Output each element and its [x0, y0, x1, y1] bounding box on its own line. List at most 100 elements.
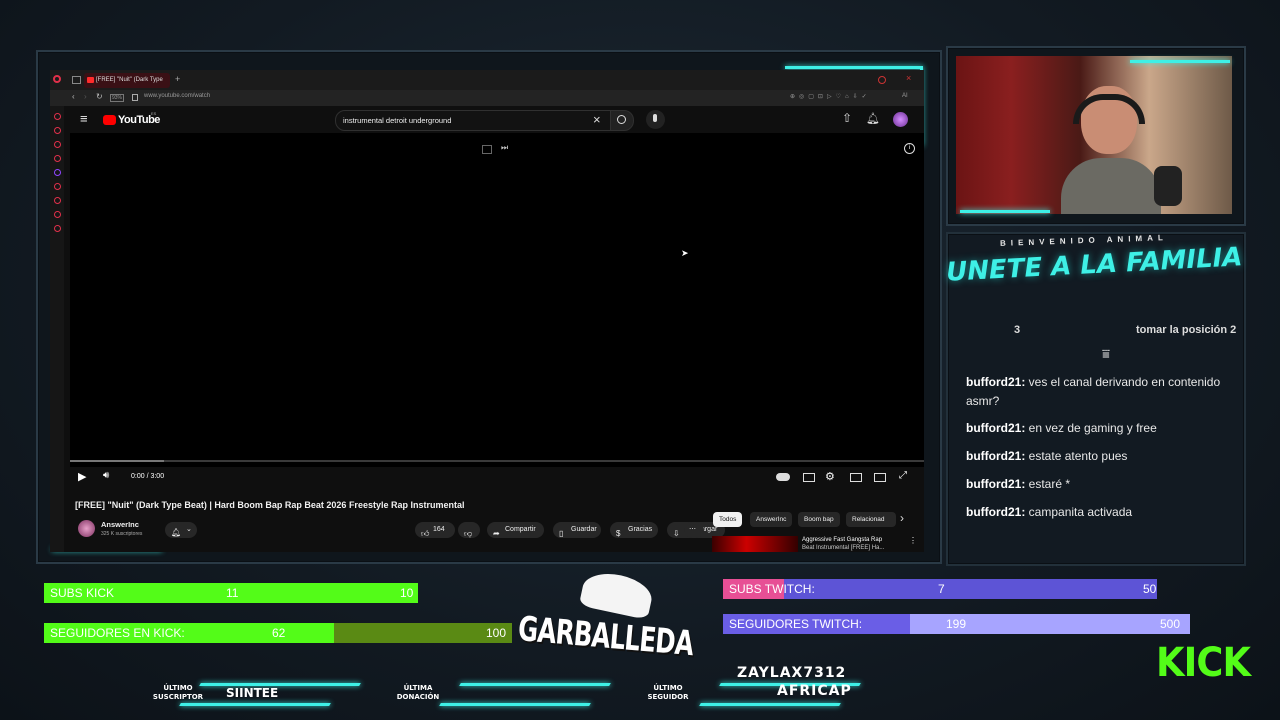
progress-bar[interactable] — [70, 460, 924, 462]
channel-row: AnswerInc 325 K suscriptores 🔔︎ ⌄ 👍︎ 164… — [75, 518, 725, 542]
extensions-icons[interactable]: ⊕◎▢⊡▷♡⌂⇩✓ — [790, 93, 871, 100]
webcam-feed — [956, 56, 1232, 214]
sidebar-icon-5[interactable] — [53, 169, 61, 176]
recommended-menu-icon[interactable]: ⋮ — [909, 536, 917, 545]
chat-username[interactable]: bufford21: — [966, 477, 1025, 491]
miniplayer-button-icon[interactable] — [850, 473, 862, 482]
search-input[interactable]: instrumental detroit underground × — [335, 110, 612, 131]
chat-username[interactable]: bufford21: — [966, 449, 1025, 463]
theater-mode-icon[interactable] — [874, 473, 886, 482]
chat-message: bufford21: campanita activada — [966, 503, 1236, 522]
like-button[interactable]: 👍︎ 164 — [415, 522, 455, 538]
mouse-cursor-icon: ➤ — [681, 248, 689, 258]
tabs-icon[interactable] — [72, 76, 81, 84]
sidebar-icon-1[interactable] — [53, 113, 61, 120]
lock-icon — [132, 94, 138, 101]
last-follower-value-1: ZAYLAX7312 — [737, 665, 847, 681]
info-icon[interactable]: i — [904, 143, 915, 154]
time-display: 0:00 / 3:00 — [131, 473, 165, 480]
recommended-video[interactable]: Aggressive Fast Gangsta Rap Beat Instrum… — [712, 536, 922, 552]
back-icon[interactable]: ‹ — [72, 92, 75, 101]
chip-relacionados[interactable]: Relacionad — [846, 512, 896, 527]
new-tab-button[interactable]: + — [175, 74, 180, 84]
subscribed-bell-button[interactable]: 🔔︎ ⌄ — [165, 522, 197, 538]
chip-answerinc[interactable]: AnswerInc — [750, 512, 793, 527]
subscriber-count: 325 K suscriptores — [101, 531, 143, 537]
browser-sidebar — [50, 106, 64, 552]
chat-username[interactable]: bufford21: — [966, 421, 1025, 435]
reload-icon[interactable]: ↻ — [96, 92, 103, 101]
search-button[interactable] — [610, 110, 634, 131]
more-actions-button[interactable]: ⋯ — [684, 522, 704, 538]
voice-search-button[interactable] — [646, 110, 665, 129]
bell-icon: 🔔︎ — [171, 528, 182, 537]
followers-kick-value: 62 — [272, 626, 286, 640]
volume-icon[interactable]: 🔊︎ — [103, 470, 109, 481]
subtitles-icon[interactable] — [803, 473, 815, 482]
last-fol-label-1: ÚLTIMO — [653, 684, 683, 692]
youtube-favicon-icon — [87, 77, 94, 83]
upload-icon[interactable]: ⇧ — [842, 111, 852, 125]
save-button[interactable]: ▯ Guardar — [553, 522, 601, 538]
miniplayer-icon[interactable] — [482, 145, 492, 154]
clear-search-icon[interactable]: × — [593, 112, 601, 127]
chip-todos[interactable]: Todos — [713, 512, 743, 527]
menu-icon[interactable]: ≡ — [80, 111, 88, 126]
sidebar-icon-9[interactable] — [53, 225, 61, 232]
followers-twitch-value: 199 — [946, 617, 967, 631]
microphone-icon — [653, 114, 657, 122]
address-bar: ‹ › ↻ 93% www.youtube.com/watch ⊕◎▢⊡▷♡⌂⇩… — [50, 90, 924, 106]
webcam-neon-top — [1130, 60, 1230, 63]
kick-logo: KICK — [1156, 640, 1251, 686]
recommended-title-2: Beat Instrumental [FREE] Ha... — [802, 545, 885, 551]
subs-kick-label: SUBS KICK — [50, 586, 115, 600]
youtube-logo-icon[interactable] — [103, 115, 116, 125]
channel-avatar[interactable] — [78, 520, 95, 537]
chat-scroll-icon[interactable]: ⩸ — [1102, 346, 1110, 362]
sidebar-icon-6[interactable] — [53, 183, 61, 190]
last-donation-label: ÚLTIMA DONACIÓN — [378, 684, 458, 702]
sidebar-icon-3[interactable] — [53, 141, 61, 148]
last-follower-value-2: AFRICAP — [777, 683, 852, 699]
thumbs-up-icon: 👍︎ — [421, 529, 430, 538]
last-sub-label-2: SUSCRIPTOR — [152, 693, 204, 701]
video-player[interactable]: ⏭ i ➤ — [70, 133, 924, 467]
channel-name[interactable]: AnswerInc — [101, 520, 139, 529]
webcam-neon-bottom — [960, 210, 1050, 213]
followers-kick-label: SEGUIDORES EN KICK: — [50, 626, 185, 640]
chat-username[interactable]: bufford21: — [966, 375, 1025, 389]
thanks-button[interactable]: $ Gracias — [610, 522, 658, 538]
subs-twitch-label: SUBS TWITCH: — [729, 582, 815, 596]
autoplay-toggle[interactable] — [776, 473, 790, 481]
thumbs-down-icon: 👎︎ — [464, 529, 473, 538]
chip-boom-bap[interactable]: Boom bap — [798, 512, 840, 527]
sidebar-icon-7[interactable] — [53, 197, 61, 204]
play-icon[interactable]: ▶ — [78, 470, 86, 483]
account-avatar[interactable] — [893, 112, 908, 127]
forward-icon[interactable]: › — [84, 92, 87, 101]
close-window-icon[interactable]: × — [906, 73, 911, 83]
last-sub-neon-bottom — [179, 703, 331, 706]
url-field[interactable]: www.youtube.com/watch — [144, 93, 210, 99]
chat-username[interactable]: bufford21: — [966, 505, 1025, 519]
chat-message: bufford21: ves el canal derivando en con… — [966, 373, 1236, 411]
sidebar-icon-4[interactable] — [53, 155, 61, 162]
sidebar-icon-2[interactable] — [53, 127, 61, 134]
tab-active[interactable]: [FREE] "Nuit" (Dark Type — [84, 73, 170, 88]
share-button[interactable]: ➦ Compartir — [487, 522, 544, 538]
ai-button[interactable]: AI — [902, 93, 908, 99]
sidebar-icon-8[interactable] — [53, 211, 61, 218]
followers-twitch-bar: SEGUIDORES TWITCH: 199 500 — [723, 614, 1190, 634]
save-label: Guardar — [571, 526, 597, 533]
skip-icon[interactable]: ⏭ — [501, 143, 508, 153]
fullscreen-icon[interactable]: ⤢ — [899, 470, 907, 481]
notifications-bell-icon[interactable]: 🔔︎ — [866, 112, 880, 125]
recommended-thumbnail — [712, 536, 798, 552]
chevron-down-icon: ⌄ — [186, 526, 192, 533]
search-tabs-icon[interactable] — [878, 76, 886, 84]
chips-next-icon[interactable]: › — [900, 511, 904, 525]
share-icon: ➦ — [493, 529, 500, 538]
settings-gear-icon[interactable]: ⚙ — [825, 470, 835, 483]
dislike-button[interactable]: 👎︎ — [458, 522, 480, 538]
chat-message: bufford21: estaré * — [966, 475, 1236, 494]
